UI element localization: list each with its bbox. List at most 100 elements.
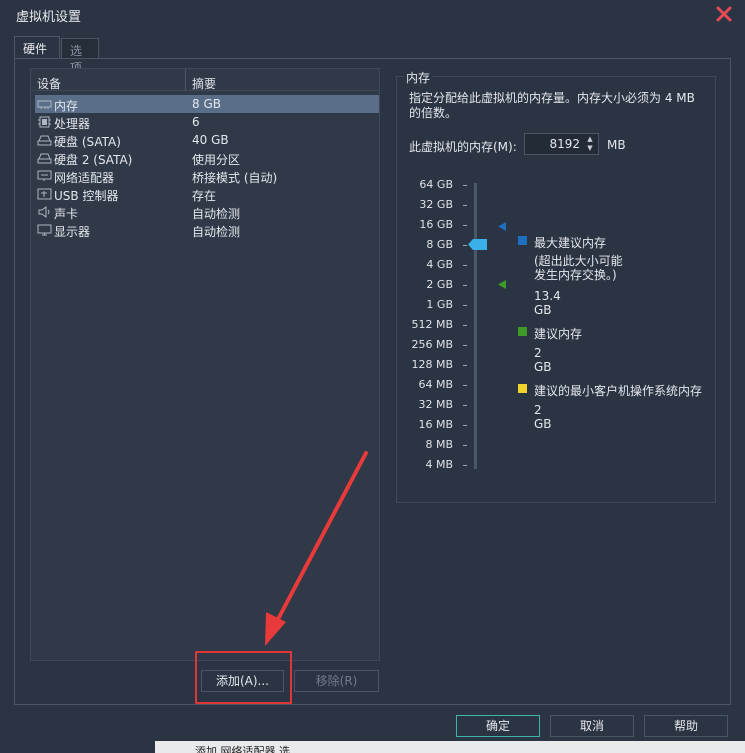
legend-note: 发生内存交换。) — [534, 268, 617, 282]
scale-label: 2 GB — [426, 278, 453, 291]
background-text: 添加 网络适配器 选 — [195, 745, 290, 753]
scale-label: 64 MB — [418, 378, 453, 391]
recommended-marker — [498, 280, 506, 289]
device-name: 内存 — [54, 99, 79, 113]
scale-tick — [463, 365, 467, 366]
memory-description: 指定分配给此虚拟机的内存量。内存大小必须为 4 MB 的倍数。 — [409, 91, 695, 120]
legend-note: (超出此大小可能 — [534, 254, 623, 268]
device-summary: 6 — [192, 115, 200, 129]
memory-slider-thumb[interactable] — [468, 239, 487, 250]
scale-tick — [463, 345, 467, 346]
cancel-button[interactable]: 取消 — [550, 715, 634, 737]
device-name: 处理器 — [54, 117, 91, 131]
legend-title: 建议的最小客户机操作系统内存 — [534, 384, 703, 398]
column-header-device[interactable]: 设备 — [37, 75, 61, 92]
window-title: 虚拟机设置 — [16, 10, 82, 25]
scale-label: 16 MB — [418, 418, 453, 431]
legend-value: 13.4 GB — [534, 289, 561, 317]
annotation-highlight-box — [195, 651, 292, 704]
device-summary: 使用分区 — [192, 153, 241, 167]
blue-swatch — [518, 236, 527, 245]
memory-slider-track[interactable] — [474, 183, 477, 469]
scale-label: 4 MB — [425, 458, 453, 471]
memory-icon — [37, 100, 52, 109]
scale-tick — [463, 285, 467, 286]
legend-title: 建议内存 — [534, 327, 583, 341]
tab-options[interactable]: 选项 — [61, 38, 99, 75]
device-summary: 自动检测 — [192, 225, 241, 239]
scale-label: 1 GB — [426, 298, 453, 311]
device-row-usb-controller[interactable]: USB 控制器 存在 — [35, 185, 379, 203]
scale-tick — [463, 425, 467, 426]
scale-label: 8 MB — [425, 438, 453, 451]
scale-tick — [463, 405, 467, 406]
tab-hardware[interactable]: 硬件 — [14, 36, 60, 59]
device-name: 硬盘 (SATA) — [54, 135, 121, 149]
column-header-summary[interactable]: 摘要 — [192, 75, 216, 92]
device-name: 显示器 — [54, 225, 91, 239]
device-row-hard-disk[interactable]: 硬盘 (SATA) 40 GB — [35, 131, 379, 149]
scale-tick — [463, 465, 467, 466]
scale-label: 256 MB — [411, 338, 453, 351]
processor-icon — [38, 116, 51, 128]
legend-value: 2 GB — [534, 403, 552, 431]
device-summary: 桥接模式 (自动) — [192, 171, 278, 185]
memory-field-label: 此虚拟机的内存(M): — [409, 140, 517, 154]
scale-label: 4 GB — [426, 258, 453, 271]
device-row-display[interactable]: 显示器 自动检测 — [35, 221, 379, 239]
device-summary: 8 GB — [192, 97, 221, 111]
memory-group-title: 内存 — [404, 69, 433, 86]
scale-tick — [463, 305, 467, 306]
scale-label: 16 GB — [419, 218, 453, 231]
spin-up-icon[interactable]: ▲ — [585, 135, 595, 144]
title-bar: 虚拟机设置 — [0, 0, 745, 28]
help-button[interactable]: 帮助 — [644, 715, 728, 737]
hard-disk-icon — [37, 135, 52, 146]
device-row-processor[interactable]: 处理器 6 — [35, 113, 379, 131]
vm-settings-dialog: 虚拟机设置 硬件 选项 设备 摘要 内存 8 GB 处理器 6 硬盘 (SATA… — [0, 0, 745, 745]
device-list-header: 设备 摘要 — [31, 69, 379, 91]
max-recommended-marker — [498, 222, 506, 231]
remove-device-button[interactable]: 移除(R) — [294, 670, 379, 692]
close-icon[interactable] — [715, 5, 733, 23]
scale-tick — [463, 325, 467, 326]
scale-tick — [463, 445, 467, 446]
device-summary: 40 GB — [192, 133, 229, 147]
legend-value: 2 GB — [534, 346, 552, 374]
device-row-hard-disk-2[interactable]: 硬盘 2 (SATA) 使用分区 — [35, 149, 379, 167]
memory-unit-label: MB — [607, 138, 626, 152]
scale-tick — [463, 265, 467, 266]
scale-tick — [463, 185, 467, 186]
ok-button[interactable]: 确定 — [456, 715, 540, 737]
legend-title: 最大建议内存 — [534, 236, 607, 250]
sound-card-icon — [38, 206, 50, 218]
device-row-memory[interactable]: 内存 8 GB — [35, 95, 379, 113]
scale-label: 32 GB — [419, 198, 453, 211]
background-window-strip: 添加 网络适配器 选 — [0, 741, 745, 753]
device-name: 声卡 — [54, 207, 79, 221]
yellow-swatch — [518, 384, 527, 393]
device-row-sound-card[interactable]: 声卡 自动检测 — [35, 203, 379, 221]
column-divider[interactable] — [185, 69, 186, 91]
usb-controller-icon — [37, 188, 52, 200]
scale-tick — [463, 225, 467, 226]
spin-down-icon[interactable]: ▼ — [585, 144, 595, 153]
scale-label: 32 MB — [418, 398, 453, 411]
device-row-network-adapter[interactable]: 网络适配器 桥接模式 (自动) — [35, 167, 379, 185]
memory-size-value[interactable]: 8192 — [549, 137, 580, 151]
device-name: 硬盘 2 (SATA) — [54, 153, 133, 167]
scale-tick — [463, 245, 467, 246]
network-adapter-icon — [37, 170, 52, 181]
device-list[interactable]: 设备 摘要 内存 8 GB 处理器 6 硬盘 (SATA) 40 GB 硬盘 2… — [30, 68, 380, 661]
scale-label: 8 GB — [426, 238, 453, 251]
memory-size-input[interactable]: 8192 ▲ ▼ — [524, 133, 599, 155]
device-summary: 自动检测 — [192, 207, 241, 221]
device-summary: 存在 — [192, 189, 217, 203]
scale-label: 128 MB — [411, 358, 453, 371]
display-icon — [37, 224, 52, 236]
scale-tick — [463, 385, 467, 386]
green-swatch — [518, 327, 527, 336]
hard-disk-icon — [37, 153, 52, 164]
device-name: 网络适配器 — [54, 171, 115, 185]
scale-tick — [463, 205, 467, 206]
